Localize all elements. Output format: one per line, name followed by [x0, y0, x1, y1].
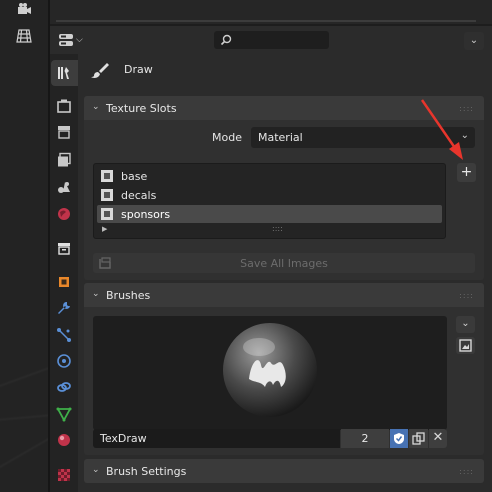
data-properties-icon[interactable]: [54, 404, 74, 424]
plus-icon: +: [460, 164, 473, 180]
fake-user-toggle[interactable]: [390, 429, 408, 448]
image-icon: [459, 339, 472, 352]
image-texture-icon: [101, 189, 113, 201]
list-item[interactable]: base: [97, 167, 442, 185]
brushes-header[interactable]: ⌄ Brushes ::::: [84, 283, 484, 307]
brush-name: TexDraw: [100, 432, 147, 445]
mode-value: Material: [258, 131, 303, 144]
brush-settings-header[interactable]: ⌄ Brush Settings ::::: [84, 459, 484, 483]
image-texture-icon: [101, 208, 113, 220]
tool-settings-icon: [54, 63, 74, 83]
options-dropdown-button[interactable]: ⌄: [464, 32, 484, 50]
object-properties-icon[interactable]: [54, 272, 74, 292]
brush-preview[interactable]: [93, 316, 447, 430]
panel-grip-icon[interactable]: ::::: [459, 467, 474, 476]
brush-browse-dropdown[interactable]: ⌄: [456, 316, 475, 333]
shield-check-icon: [394, 433, 404, 444]
list-filter-toggle-icon[interactable]: ▶: [102, 225, 107, 233]
particles-properties-icon[interactable]: [54, 325, 74, 345]
close-icon: ✕: [432, 430, 444, 445]
disclosure-down-icon: ⌄: [92, 465, 100, 475]
texture-properties-icon[interactable]: [54, 465, 74, 485]
save-all-images-button[interactable]: Save All Images: [93, 253, 475, 273]
tool-name: Draw: [124, 63, 153, 76]
brushes-title: Brushes: [106, 289, 151, 302]
collection-properties-icon[interactable]: [54, 238, 74, 258]
slot-label: decals: [121, 188, 157, 202]
red-arrow-annotation: [420, 99, 463, 160]
output-properties-icon[interactable]: [54, 122, 74, 142]
search-input[interactable]: [236, 31, 328, 51]
brush-name-field[interactable]: TexDraw: [93, 429, 340, 448]
slot-label: base: [121, 169, 148, 183]
view-layer-icon[interactable]: [54, 150, 74, 170]
material-properties-icon[interactable]: [54, 430, 74, 450]
list-item-selected[interactable]: sponsors: [97, 205, 442, 223]
brush-tool-icon: [90, 61, 110, 79]
constraints-properties-icon[interactable]: [54, 377, 74, 397]
duplicate-icon: [412, 432, 425, 445]
physics-properties-icon[interactable]: [54, 351, 74, 371]
brush-users-count[interactable]: 2: [341, 429, 389, 448]
unlink-brush-button[interactable]: ✕: [429, 429, 447, 448]
properties-editor-icon: [59, 34, 73, 46]
chevron-down-icon: ⌵: [76, 35, 83, 45]
top-region-line: [56, 20, 476, 22]
disclosure-down-icon: ⌄: [92, 289, 100, 299]
search-field[interactable]: [214, 31, 329, 51]
duplicate-brush-button[interactable]: [409, 429, 428, 448]
modifier-properties-icon[interactable]: [54, 298, 74, 318]
list-resize-grip[interactable]: ::::: [272, 224, 283, 233]
camera-icon[interactable]: [14, 0, 34, 20]
texture-slots-title: Texture Slots: [106, 102, 177, 115]
editor-type-dropdown[interactable]: ⌵: [58, 30, 86, 50]
slot-label: sponsors: [121, 207, 171, 221]
texdraw-brush-icon: [223, 323, 317, 417]
brush-settings-title: Brush Settings: [106, 465, 187, 478]
panel-grip-icon[interactable]: ::::: [459, 291, 474, 300]
grid-view-icon[interactable]: [14, 26, 34, 46]
world-properties-icon[interactable]: [54, 204, 74, 224]
save-all-images-label: Save All Images: [240, 257, 328, 270]
mode-label: Mode: [212, 131, 242, 144]
brush-image-toggle[interactable]: [456, 337, 475, 354]
image-texture-icon: [101, 170, 113, 182]
users-count-value: 2: [361, 432, 369, 445]
render-properties-icon[interactable]: [54, 96, 74, 116]
search-icon: [220, 34, 232, 46]
viewport-grid: [0, 300, 48, 492]
list-item[interactable]: decals: [97, 186, 442, 204]
disclosure-down-icon: ⌄: [92, 102, 100, 112]
scene-properties-icon[interactable]: [54, 177, 74, 197]
